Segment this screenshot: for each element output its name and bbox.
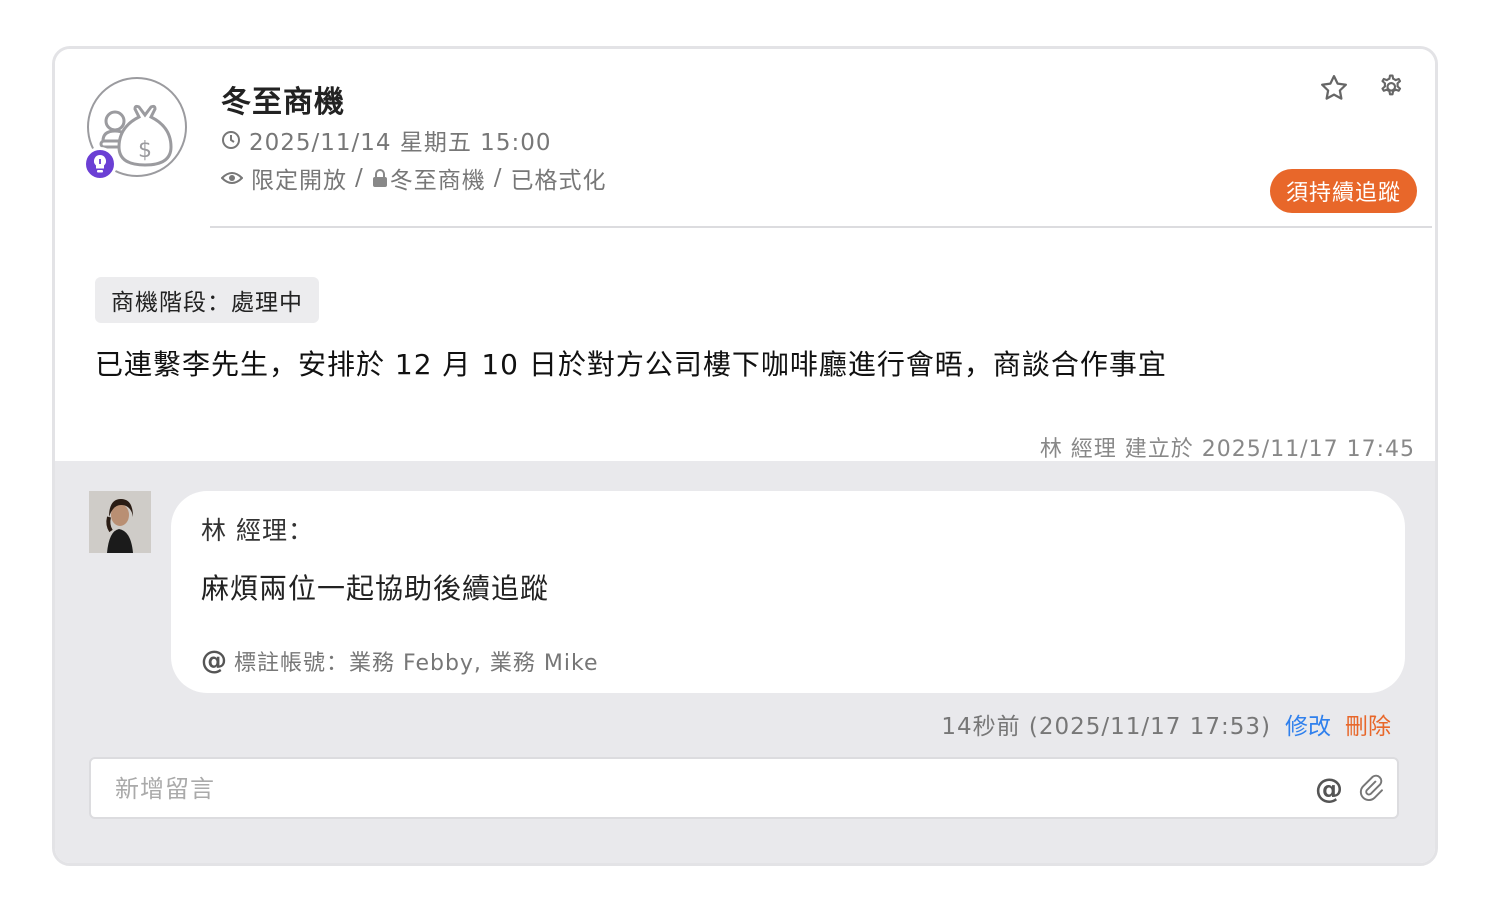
format-label: 已格式化 [510,168,607,194]
comments-section: 林 經理： 麻煩兩位一起協助後續追蹤 @ 標註帳號：業務 Febby, 業務 M… [55,461,1435,863]
delete-comment-link[interactable]: 刪除 [1345,707,1391,741]
stage-badge: 商機階段：處理中 [95,277,319,323]
new-comment-box: @ [89,757,1399,819]
at-icon[interactable]: @ [1315,774,1343,804]
comment-author: 林 經理： [201,516,314,545]
star-icon[interactable] [1319,73,1349,107]
separator: / [355,165,364,191]
mention-list: 標註帳號：業務 Febby, 業務 Mike [234,651,599,676]
post-creator-info: 林 經理 建立於 2025/11/17 17:45 [1039,437,1415,462]
new-comment-input[interactable] [113,771,1297,807]
edit-comment-link[interactable]: 修改 [1285,707,1331,741]
eye-icon [221,170,243,186]
post-actions [1319,73,1405,107]
post-datetime: 2025/11/14 星期五 15:00 [221,123,551,157]
at-icon: @ [201,646,228,676]
channel-label[interactable]: 冬至商機 [390,161,486,195]
status-badge: 須持續追蹤 [1269,169,1417,213]
lock-icon [372,168,388,188]
divider [210,226,1432,228]
comment-bubble: 林 經理： 麻煩兩位一起協助後續追蹤 @ 標註帳號：業務 Febby, 業務 M… [171,491,1405,693]
post-title: 冬至商機 [221,85,345,120]
post-header-section: $ 冬至商機 2025/11/14 星期五 15:00 限定開放 / 冬至商機 … [55,49,1435,462]
separator: / [493,165,503,191]
avatar [89,491,151,553]
svg-text:$: $ [138,138,152,163]
comment-time: 14秒前 (2025/11/17 17:53) [941,714,1271,740]
comment-meta: 14秒前 (2025/11/17 17:53) 修改 刪除 [941,707,1391,741]
post-permissions: 限定開放 / 冬至商機 / 已格式化 [221,161,607,195]
post-avatar: $ [83,77,187,181]
visibility-label[interactable]: 限定開放 [251,161,347,195]
gear-icon[interactable] [1375,73,1405,107]
clock-icon [221,130,241,150]
paperclip-icon[interactable] [1357,773,1383,805]
input-actions: @ [1315,773,1383,805]
lightbulb-icon [83,147,117,181]
comment-text: 麻煩兩位一起協助後續追蹤 [201,572,550,605]
post-datetime-text: 2025/11/14 星期五 15:00 [249,130,552,156]
post-card: $ 冬至商機 2025/11/14 星期五 15:00 限定開放 / 冬至商機 … [52,46,1438,866]
comment-mentions: @ 標註帳號：業務 Febby, 業務 Mike [201,645,599,677]
post-content: 已連繫李先生，安排於 12 月 10 日於對方公司樓下咖啡廳進行會晤，商談合作事… [95,348,1167,381]
